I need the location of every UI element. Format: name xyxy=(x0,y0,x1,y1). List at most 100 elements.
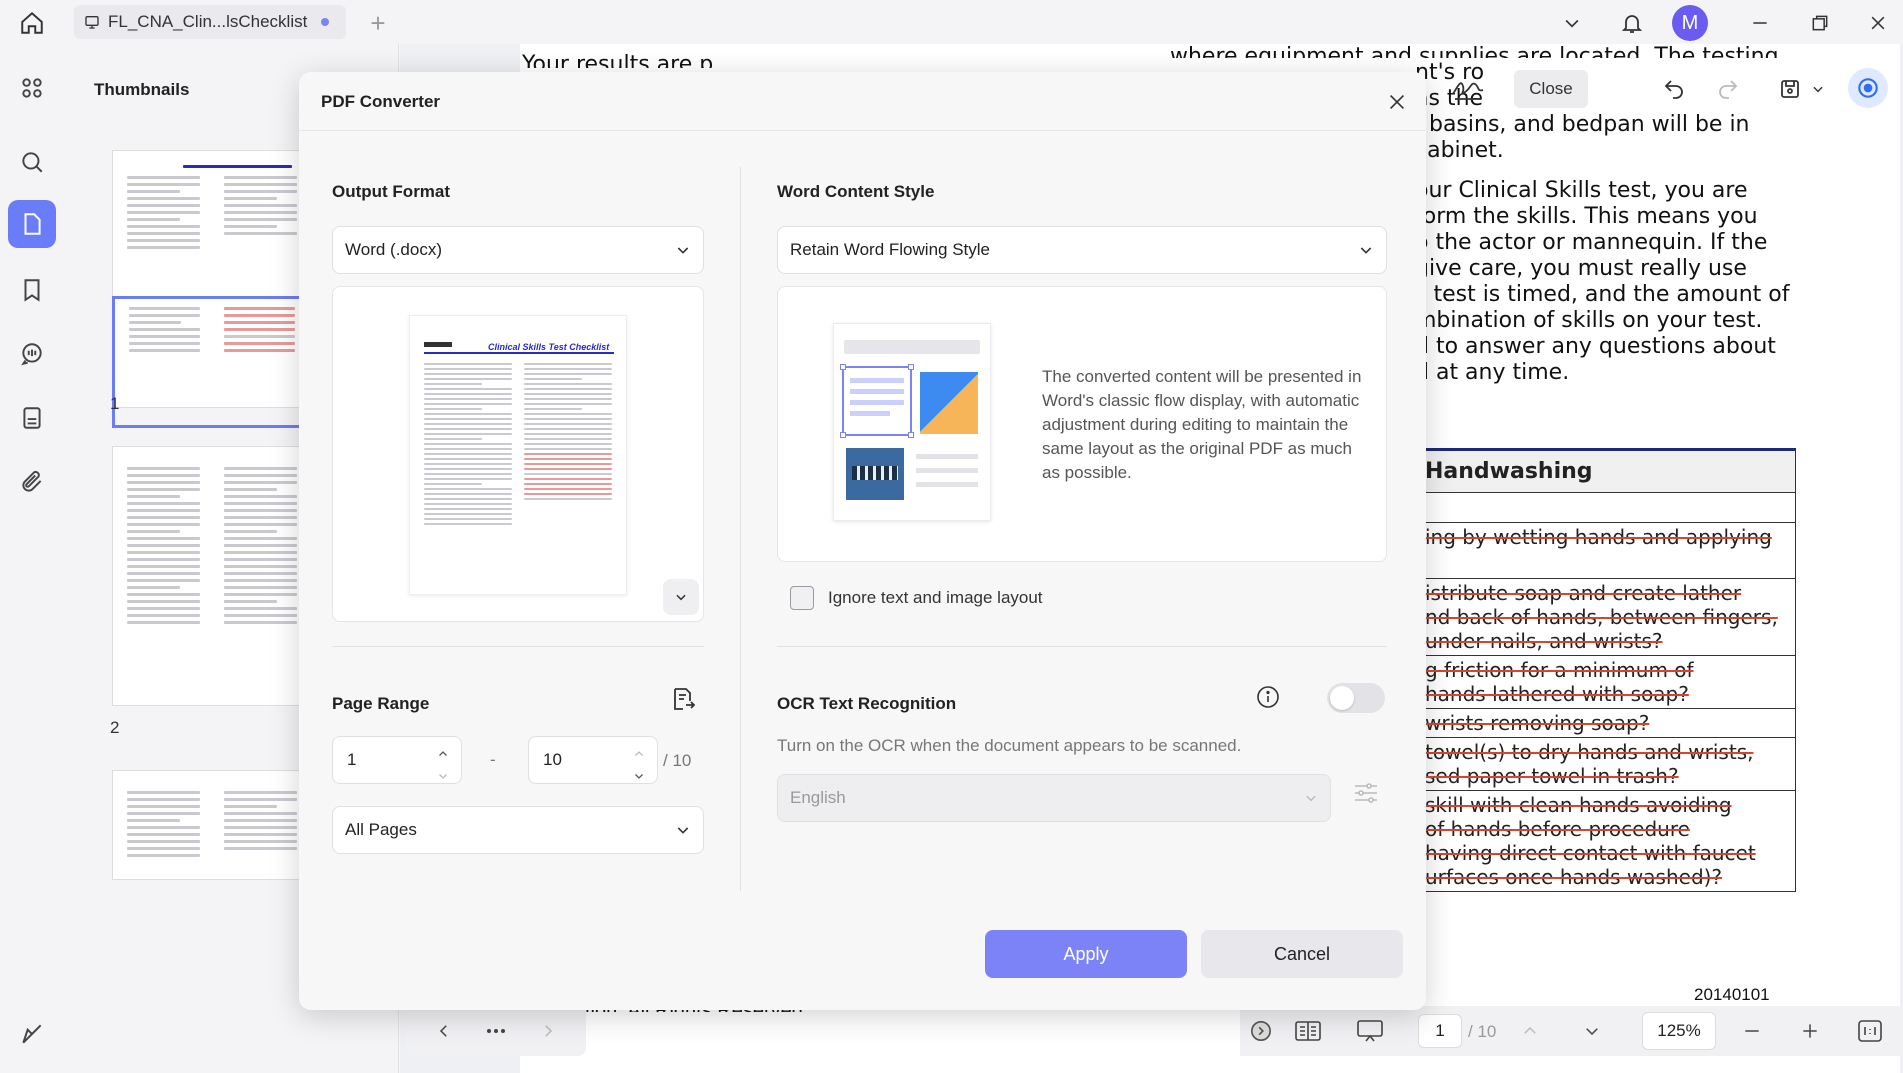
page-line: s test is timed, and the amount of xyxy=(1415,282,1790,307)
page-selection-select[interactable]: All Pages xyxy=(332,806,704,854)
more-icon[interactable] xyxy=(476,1014,516,1048)
table-row: wrists removing soap? xyxy=(1421,709,1795,738)
pdf-converter-dialog: PDF Converter Output Format Word (.docx)… xyxy=(299,72,1426,1010)
restore-icon[interactable] xyxy=(1800,6,1840,40)
table-row: ing by wetting hands and applying xyxy=(1421,523,1795,579)
close-button[interactable]: Close xyxy=(1514,70,1588,108)
page-thumbnail[interactable] xyxy=(112,446,312,706)
apply-button[interactable]: Apply xyxy=(985,930,1187,978)
bottom-bar: 1 / 10 125% xyxy=(1240,1006,1903,1056)
apps-icon[interactable] xyxy=(8,64,56,112)
page-range-settings-icon[interactable] xyxy=(666,682,700,716)
reading-mode-icon[interactable] xyxy=(1288,1014,1328,1048)
redo-icon[interactable] xyxy=(1708,70,1748,108)
output-format-select[interactable]: Word (.docx) xyxy=(332,226,704,274)
ocr-language-select[interactable]: English xyxy=(777,774,1331,822)
chevron-down-icon[interactable] xyxy=(1552,6,1592,40)
word-style-value: Retain Word Flowing Style xyxy=(790,240,990,259)
table-header: Handwashing xyxy=(1421,451,1795,493)
ocr-label: OCR Text Recognition xyxy=(777,694,957,713)
page-thumbnail[interactable] xyxy=(112,770,312,880)
presentation-icon[interactable] xyxy=(1350,1014,1390,1048)
bookmark-icon[interactable] xyxy=(8,266,56,314)
unsaved-dot xyxy=(321,18,330,26)
ai-assistant-icon[interactable] xyxy=(1848,68,1888,108)
ignore-layout-option[interactable]: Ignore text and image layout xyxy=(790,586,1043,610)
left-rail xyxy=(0,44,64,1073)
chevron-down-icon[interactable] xyxy=(663,579,699,615)
page-number-input[interactable]: 1 xyxy=(1418,1014,1462,1048)
thumbnails-icon[interactable] xyxy=(8,200,56,248)
chevron-up-icon[interactable] xyxy=(633,745,645,765)
page-line: mbination of skills on your test. xyxy=(1415,308,1763,333)
chevron-left-icon[interactable] xyxy=(424,1014,464,1048)
theme-icon[interactable] xyxy=(8,1010,56,1058)
info-icon[interactable] xyxy=(1253,682,1283,712)
document-tab[interactable]: FL_CNA_Clin...lsChecklist xyxy=(74,5,346,39)
ocr-settings-icon[interactable] xyxy=(1347,774,1385,812)
new-tab-button[interactable]: + xyxy=(358,6,398,40)
cancel-button[interactable]: Cancel xyxy=(1201,930,1403,978)
table-row: skill with clean hands avoiding of hands … xyxy=(1425,793,1756,889)
page-to-input[interactable]: 10 xyxy=(528,736,658,784)
chevron-right-icon[interactable] xyxy=(528,1014,568,1048)
chevron-down-icon[interactable] xyxy=(1574,1014,1610,1048)
table-row: istribute soap and create lather nd back … xyxy=(1421,579,1795,656)
page-from-input[interactable]: 1 xyxy=(332,736,462,784)
signature-icon[interactable] xyxy=(1446,68,1490,108)
preview-document-title: Clinical Skills Test Checklist xyxy=(488,342,610,352)
chevron-up-icon[interactable] xyxy=(1512,1014,1548,1048)
output-format-label: Output Format xyxy=(332,182,451,201)
word-style-description: The converted content will be presented … xyxy=(1042,367,1362,482)
minimize-icon[interactable] xyxy=(1740,6,1780,40)
chevron-down-icon[interactable] xyxy=(633,767,645,787)
page-line: our Clinical Skills test, you are xyxy=(1415,178,1748,203)
zoom-level[interactable]: 125% xyxy=(1642,1012,1716,1050)
search-icon[interactable] xyxy=(8,138,56,186)
thumbnails-title: Thumbnails xyxy=(94,80,190,99)
close-icon[interactable] xyxy=(1379,84,1415,120)
chevron-down-icon xyxy=(675,242,691,258)
footer-date: 20140101 xyxy=(1694,985,1770,1004)
table-row: g friction for a minimum of hands lathere… xyxy=(1421,656,1795,709)
page-line: o the actor or mannequin. If the xyxy=(1415,230,1768,255)
flowing-layout-illustration xyxy=(833,323,991,521)
chevron-down-icon[interactable] xyxy=(1808,74,1828,104)
avatar[interactable]: M xyxy=(1672,5,1708,41)
bottom-nav xyxy=(406,1006,586,1056)
chevron-down-icon[interactable] xyxy=(437,767,449,787)
toggle-knob xyxy=(1330,686,1354,710)
page-line: give care, you must really use xyxy=(1415,256,1747,281)
handwashing-table: Handwashing ing by wetting hands and app… xyxy=(1420,448,1796,892)
zoom-out-icon[interactable] xyxy=(1734,1014,1770,1048)
divider xyxy=(299,130,1426,131)
ocr-language-value: English xyxy=(790,788,846,807)
page-thumbnail-selected[interactable] xyxy=(112,296,312,428)
pages-icon[interactable] xyxy=(8,394,56,442)
chevron-down-icon xyxy=(1358,242,1374,258)
undo-icon[interactable] xyxy=(1654,70,1694,108)
ignore-layout-checkbox[interactable] xyxy=(790,586,814,610)
page-from-value: 1 xyxy=(347,750,357,769)
page-line xyxy=(1415,164,1775,178)
document-icon xyxy=(84,14,100,30)
bell-icon[interactable] xyxy=(1612,5,1652,41)
save-icon[interactable] xyxy=(1770,70,1810,108)
collapse-icon[interactable] xyxy=(1246,1014,1276,1048)
page-to-value: 10 xyxy=(543,750,562,769)
zoom-in-icon[interactable] xyxy=(1792,1014,1828,1048)
preview-page-image: Clinical Skills Test Checklist xyxy=(409,315,627,595)
page-selection-value: All Pages xyxy=(345,820,417,839)
table-row: towel(s) to dry hands and wrists, sed pap… xyxy=(1421,738,1795,791)
chevron-up-icon[interactable] xyxy=(437,745,449,765)
word-style-select[interactable]: Retain Word Flowing Style xyxy=(777,226,1387,274)
home-icon[interactable] xyxy=(12,6,52,40)
window-close-icon[interactable] xyxy=(1858,6,1898,40)
attachment-icon[interactable] xyxy=(8,458,56,506)
ocr-description: Turn on the OCR when the document appear… xyxy=(777,736,1242,755)
ocr-toggle[interactable] xyxy=(1327,683,1385,713)
output-format-value: Word (.docx) xyxy=(345,240,442,259)
actual-size-icon[interactable] xyxy=(1852,1014,1888,1048)
page-range-label: Page Range xyxy=(332,694,430,713)
comment-icon[interactable] xyxy=(8,330,56,378)
